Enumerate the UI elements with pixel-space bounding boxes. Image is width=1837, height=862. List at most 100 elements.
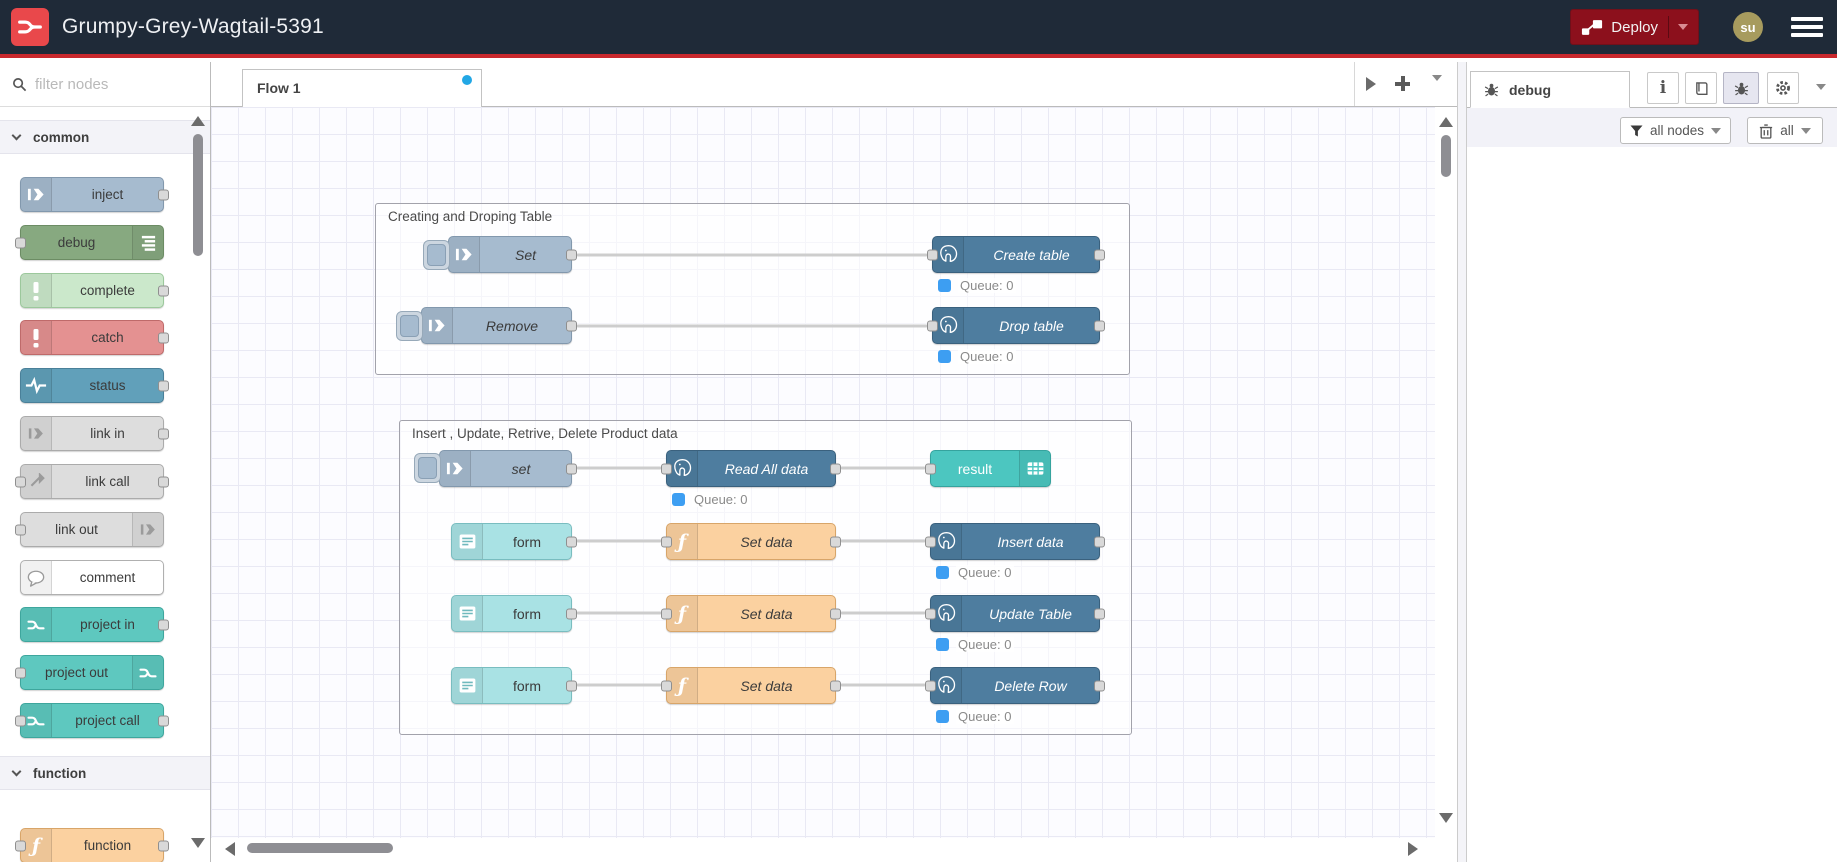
scroll-right-arrow[interactable] [1408, 842, 1418, 856]
node-function-set-data[interactable]: ƒ Set data [661, 523, 841, 560]
output-port[interactable] [158, 380, 169, 391]
output-port[interactable] [158, 476, 169, 487]
input-port[interactable] [15, 715, 26, 726]
palette-category-function[interactable]: function [0, 756, 210, 790]
sidebar-info-button[interactable]: i [1647, 72, 1679, 104]
input-port[interactable] [661, 608, 672, 619]
node-inject-remove[interactable]: Remove [421, 307, 577, 344]
scroll-up-arrow[interactable] [1439, 117, 1453, 127]
node-form[interactable]: form [451, 523, 577, 560]
output-port[interactable] [1094, 680, 1105, 691]
main-menu-button[interactable] [1791, 13, 1823, 41]
palette-node-project-in[interactable]: project in [20, 607, 169, 642]
input-port[interactable] [661, 463, 672, 474]
output-port[interactable] [158, 715, 169, 726]
deploy-chevron-down-icon[interactable] [1678, 24, 1688, 30]
canvas-horizontal-scrollbar[interactable] [211, 838, 1457, 862]
node-table-result[interactable]: result [925, 450, 1051, 487]
output-port[interactable] [1094, 536, 1105, 547]
palette-node-status[interactable]: status [20, 368, 169, 403]
output-port[interactable] [566, 608, 577, 619]
node-postgres-delete-row[interactable]: Delete Row [925, 667, 1105, 704]
output-port[interactable] [566, 463, 577, 474]
node-postgres-update-table[interactable]: Update Table [925, 595, 1105, 632]
output-port[interactable] [1094, 249, 1105, 260]
input-port[interactable] [925, 680, 936, 691]
palette-node-complete[interactable]: complete [20, 273, 169, 308]
node-postgres-drop-table[interactable]: Drop table [927, 307, 1105, 344]
input-port[interactable] [661, 680, 672, 691]
palette-node-function[interactable]: ƒ function [15, 828, 169, 862]
node-inject-set2[interactable]: set [439, 450, 577, 487]
input-port[interactable] [15, 524, 26, 535]
output-port[interactable] [158, 285, 169, 296]
scroll-up-arrow[interactable] [191, 116, 205, 126]
palette-node-catch[interactable]: catch [20, 320, 169, 355]
flow-list-dropdown[interactable] [1432, 75, 1442, 99]
output-port[interactable] [158, 840, 169, 851]
scrollbar-thumb[interactable] [1441, 135, 1451, 177]
node-function-set-data[interactable]: ƒ Set data [661, 595, 841, 632]
palette-node-link-in[interactable]: link in [20, 416, 169, 451]
debug-filter-button[interactable]: all nodes [1620, 117, 1731, 144]
canvas-vertical-scrollbar[interactable] [1435, 107, 1457, 838]
palette-node-project-out[interactable]: project out [15, 655, 164, 690]
flow-canvas[interactable]: Creating and Droping Table Set Create ta… [211, 107, 1435, 838]
scrollbar-thumb[interactable] [193, 134, 203, 256]
output-port[interactable] [830, 536, 841, 547]
palette-node-link-out[interactable]: link out [15, 512, 164, 547]
node-function-set-data[interactable]: ƒ Set data [661, 667, 841, 704]
inject-button[interactable] [396, 311, 423, 341]
input-port[interactable] [15, 237, 26, 248]
user-avatar[interactable]: su [1733, 12, 1763, 42]
output-port[interactable] [566, 536, 577, 547]
input-port[interactable] [927, 320, 938, 331]
sidebar-debug-button[interactable] [1723, 72, 1759, 104]
input-port[interactable] [925, 608, 936, 619]
input-port[interactable] [661, 536, 672, 547]
output-port[interactable] [158, 189, 169, 200]
node-postgres-insert-data[interactable]: Insert data [925, 523, 1105, 560]
node-inject-set[interactable]: Set [448, 236, 577, 273]
palette-node-comment[interactable]: comment [20, 560, 164, 595]
filter-nodes-input[interactable] [35, 75, 185, 93]
palette-node-debug[interactable]: debug [15, 225, 164, 260]
output-port[interactable] [1094, 608, 1105, 619]
debug-clear-button[interactable]: all [1747, 117, 1823, 144]
output-port[interactable] [830, 463, 841, 474]
input-port[interactable] [15, 476, 26, 487]
scroll-down-arrow[interactable] [1439, 813, 1453, 823]
output-port[interactable] [566, 320, 577, 331]
deploy-button[interactable]: Deploy [1570, 9, 1699, 45]
palette-category-common[interactable]: common [0, 120, 210, 154]
scroll-left-arrow[interactable] [225, 842, 235, 856]
node-postgres-read-all-data[interactable]: Read All data [661, 450, 841, 487]
output-port[interactable] [830, 608, 841, 619]
node-form[interactable]: form [451, 595, 577, 632]
input-port[interactable] [927, 249, 938, 260]
output-port[interactable] [1094, 320, 1105, 331]
output-port[interactable] [830, 680, 841, 691]
input-port[interactable] [925, 536, 936, 547]
output-port[interactable] [158, 332, 169, 343]
debug-messages-panel[interactable] [1467, 147, 1837, 862]
palette-node-project-call[interactable]: project call [15, 703, 169, 738]
palette-scrollbar[interactable] [190, 108, 207, 862]
node-form[interactable]: form [451, 667, 577, 704]
input-port[interactable] [15, 840, 26, 851]
sidebar-tabs-dropdown[interactable] [1816, 84, 1826, 90]
tab-debug[interactable]: debug [1470, 71, 1630, 108]
node-postgres-create-table[interactable]: Create table [927, 236, 1105, 273]
output-port[interactable] [158, 428, 169, 439]
inject-button[interactable] [423, 240, 450, 270]
palette-node-link-call[interactable]: link call [15, 464, 169, 499]
next-tab-button[interactable] [1366, 77, 1376, 91]
palette-node-inject[interactable]: inject [20, 177, 169, 212]
scroll-down-arrow[interactable] [191, 838, 205, 848]
input-port[interactable] [925, 463, 936, 474]
scrollbar-thumb[interactable] [247, 843, 393, 853]
sidebar-resize-handle[interactable] [1457, 62, 1467, 862]
output-port[interactable] [158, 619, 169, 630]
output-port[interactable] [566, 249, 577, 260]
inject-button[interactable] [414, 453, 441, 483]
